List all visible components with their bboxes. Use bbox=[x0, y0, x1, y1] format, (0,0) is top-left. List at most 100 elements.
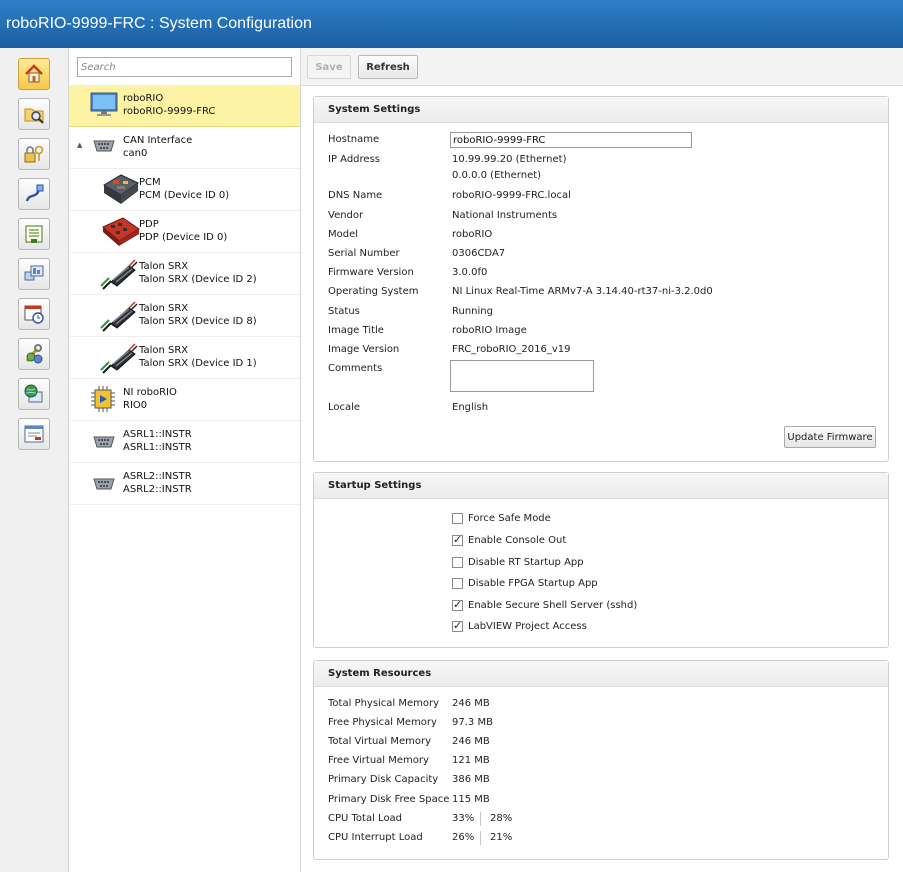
tree-item-pdp[interactable]: PDP PDP (Device ID 0) bbox=[69, 211, 300, 253]
monitor-icon bbox=[24, 265, 44, 281]
rail-network-button[interactable] bbox=[18, 178, 50, 210]
serial-port-icon bbox=[93, 140, 115, 152]
checkbox-label: Force Safe Mode bbox=[468, 513, 551, 524]
tree-item-title: CAN Interface bbox=[123, 135, 193, 146]
tree-item-asrl1[interactable]: ASRL1::INSTR ASRL1::INSTR bbox=[69, 421, 300, 463]
resource-label: Primary Disk Capacity bbox=[328, 774, 439, 785]
rail-schedule-button[interactable] bbox=[18, 298, 50, 330]
rail-software-button[interactable] bbox=[18, 338, 50, 370]
tree-item-talon-srx-2[interactable]: Talon SRX Talon SRX (Device ID 2) bbox=[69, 253, 300, 295]
resource-value: 246 MB bbox=[452, 736, 490, 747]
panel-heading: System Settings bbox=[314, 97, 888, 123]
resource-label: Total Virtual Memory bbox=[328, 736, 432, 747]
cpu-interrupt-load-core-1: 21% bbox=[490, 832, 513, 843]
model-value: roboRIO bbox=[452, 229, 493, 240]
resource-value: 115 MB bbox=[452, 794, 490, 805]
tree-item-subtitle: roboRIO-9999-FRC bbox=[123, 106, 216, 117]
tree-item-subtitle: PDP (Device ID 0) bbox=[139, 232, 228, 243]
checkbox-label: Enable Console Out bbox=[468, 535, 567, 546]
labview-project-access-checkbox[interactable]: LabVIEW Project Access bbox=[452, 619, 587, 632]
checkbox-label: Disable FPGA Startup App bbox=[468, 578, 598, 589]
resource-value: 121 MB bbox=[452, 755, 490, 766]
tree-item-can-interface[interactable]: ▲ CAN Interface can0 bbox=[69, 127, 300, 169]
comments-textarea[interactable] bbox=[450, 360, 594, 392]
image-version-label: Image Version bbox=[328, 344, 400, 355]
tree-item-subtitle: Talon SRX (Device ID 8) bbox=[139, 316, 257, 327]
hostname-label: Hostname bbox=[328, 134, 380, 145]
enable-console-out-checkbox[interactable]: Enable Console Out bbox=[452, 533, 567, 546]
toolbar: Save Refresh bbox=[301, 48, 903, 86]
talon-srx-icon bbox=[100, 343, 138, 374]
dns-name-value: roboRIO-9999-FRC.local bbox=[452, 190, 571, 201]
resource-value: 246 MB bbox=[452, 698, 490, 709]
checkbox-box[interactable] bbox=[452, 533, 463, 546]
disable-rt-startup-app-checkbox[interactable]: Disable RT Startup App bbox=[452, 557, 584, 568]
nav-rail bbox=[0, 48, 69, 872]
image-version-value: FRC_roboRIO_2016_v19 bbox=[452, 344, 571, 355]
search-input[interactable] bbox=[77, 57, 292, 77]
update-firmware-button[interactable]: Update Firmware bbox=[784, 426, 876, 448]
checkbox-box[interactable] bbox=[452, 598, 463, 611]
operating-system-label: Operating System bbox=[328, 286, 419, 297]
enable-sshd-checkbox[interactable]: Enable Secure Shell Server (sshd) bbox=[452, 598, 638, 611]
checkbox-label: Enable Secure Shell Server (sshd) bbox=[468, 600, 638, 611]
rail-web-server-button[interactable] bbox=[18, 378, 50, 410]
tree-item-subtitle: ASRL1::INSTR bbox=[123, 442, 192, 453]
checkbox-label: Disable RT Startup App bbox=[468, 557, 584, 568]
status-value: Running bbox=[452, 306, 493, 317]
system-settings-panel: System Settings Hostname IP Address 10.9… bbox=[313, 96, 889, 462]
vendor-value: National Instruments bbox=[452, 210, 558, 221]
hostname-input[interactable] bbox=[450, 132, 692, 148]
talon-srx-icon bbox=[100, 301, 138, 332]
locale-label: Locale bbox=[328, 402, 361, 413]
dns-name-label: DNS Name bbox=[328, 190, 383, 201]
serial-port-icon bbox=[93, 436, 115, 448]
device-tree-panel: roboRIO roboRIO-9999-FRC ▲ CAN Interface… bbox=[69, 48, 301, 872]
tree-item-title: Talon SRX bbox=[139, 303, 189, 314]
cpu-total-load-core-0: 33% bbox=[452, 813, 475, 824]
folder-search-icon bbox=[24, 108, 44, 124]
collapse-arrow-icon[interactable]: ▲ bbox=[77, 141, 82, 149]
rail-settings-button[interactable] bbox=[18, 418, 50, 450]
rail-security-button[interactable] bbox=[18, 138, 50, 170]
tree-item-subtitle: Talon SRX (Device ID 2) bbox=[139, 274, 257, 285]
tree-item-talon-srx-8[interactable]: Talon SRX Talon SRX (Device ID 8) bbox=[69, 295, 300, 337]
tree-item-asrl2[interactable]: ASRL2::INSTR ASRL2::INSTR bbox=[69, 463, 300, 505]
monitor-icon bbox=[90, 92, 118, 116]
force-safe-mode-checkbox[interactable]: Force Safe Mode bbox=[452, 513, 551, 524]
cpu-interrupt-load-core-0: 26% bbox=[452, 832, 475, 843]
rail-find-button[interactable] bbox=[18, 98, 50, 130]
tree-item-pcm[interactable]: PCM PCM (Device ID 0) bbox=[69, 169, 300, 211]
image-title-value: roboRIO Image bbox=[452, 325, 527, 336]
save-button[interactable]: Save bbox=[307, 55, 351, 79]
rail-home-button[interactable] bbox=[18, 58, 50, 90]
rail-console-button[interactable] bbox=[18, 218, 50, 250]
tree-item-ni-roborio[interactable]: NI roboRIO RIO0 bbox=[69, 379, 300, 421]
home-icon bbox=[25, 64, 43, 83]
image-title-label: Image Title bbox=[328, 325, 384, 336]
settings-window-icon bbox=[24, 425, 44, 443]
lock-icon bbox=[24, 145, 44, 163]
disable-fpga-startup-app-checkbox[interactable]: Disable FPGA Startup App bbox=[452, 578, 598, 589]
refresh-button[interactable]: Refresh bbox=[358, 55, 418, 79]
checkbox-box[interactable] bbox=[452, 578, 463, 589]
resource-label: Free Physical Memory bbox=[328, 717, 437, 728]
firmware-version-value: 3.0.0f0 bbox=[452, 267, 488, 278]
checkbox-box[interactable] bbox=[452, 557, 463, 568]
checkbox-box[interactable] bbox=[452, 513, 463, 524]
system-resources-panel: System Resources Total Physical Memory 2… bbox=[313, 660, 889, 860]
tree-item-title: ASRL2::INSTR bbox=[123, 471, 192, 482]
tree-item-title: Talon SRX bbox=[139, 261, 189, 272]
device-tree: roboRIO roboRIO-9999-FRC ▲ CAN Interface… bbox=[69, 85, 300, 505]
main-content: System Settings Hostname IP Address 10.9… bbox=[301, 86, 903, 872]
checkbox-box[interactable] bbox=[452, 619, 463, 632]
tree-item-talon-srx-1[interactable]: Talon SRX Talon SRX (Device ID 1) bbox=[69, 337, 300, 379]
ip-address-value: 10.99.99.20 (Ethernet) bbox=[452, 154, 567, 165]
rail-monitor-button[interactable] bbox=[18, 258, 50, 290]
window-title: roboRIO-9999-FRC : System Configuration bbox=[0, 0, 903, 48]
status-label: Status bbox=[328, 306, 360, 317]
serial-number-label: Serial Number bbox=[328, 248, 400, 259]
tree-item-roborio[interactable]: roboRIO roboRIO-9999-FRC bbox=[69, 85, 300, 127]
pdp-board-icon bbox=[102, 217, 140, 246]
tree-item-subtitle: ASRL2::INSTR bbox=[123, 484, 192, 495]
